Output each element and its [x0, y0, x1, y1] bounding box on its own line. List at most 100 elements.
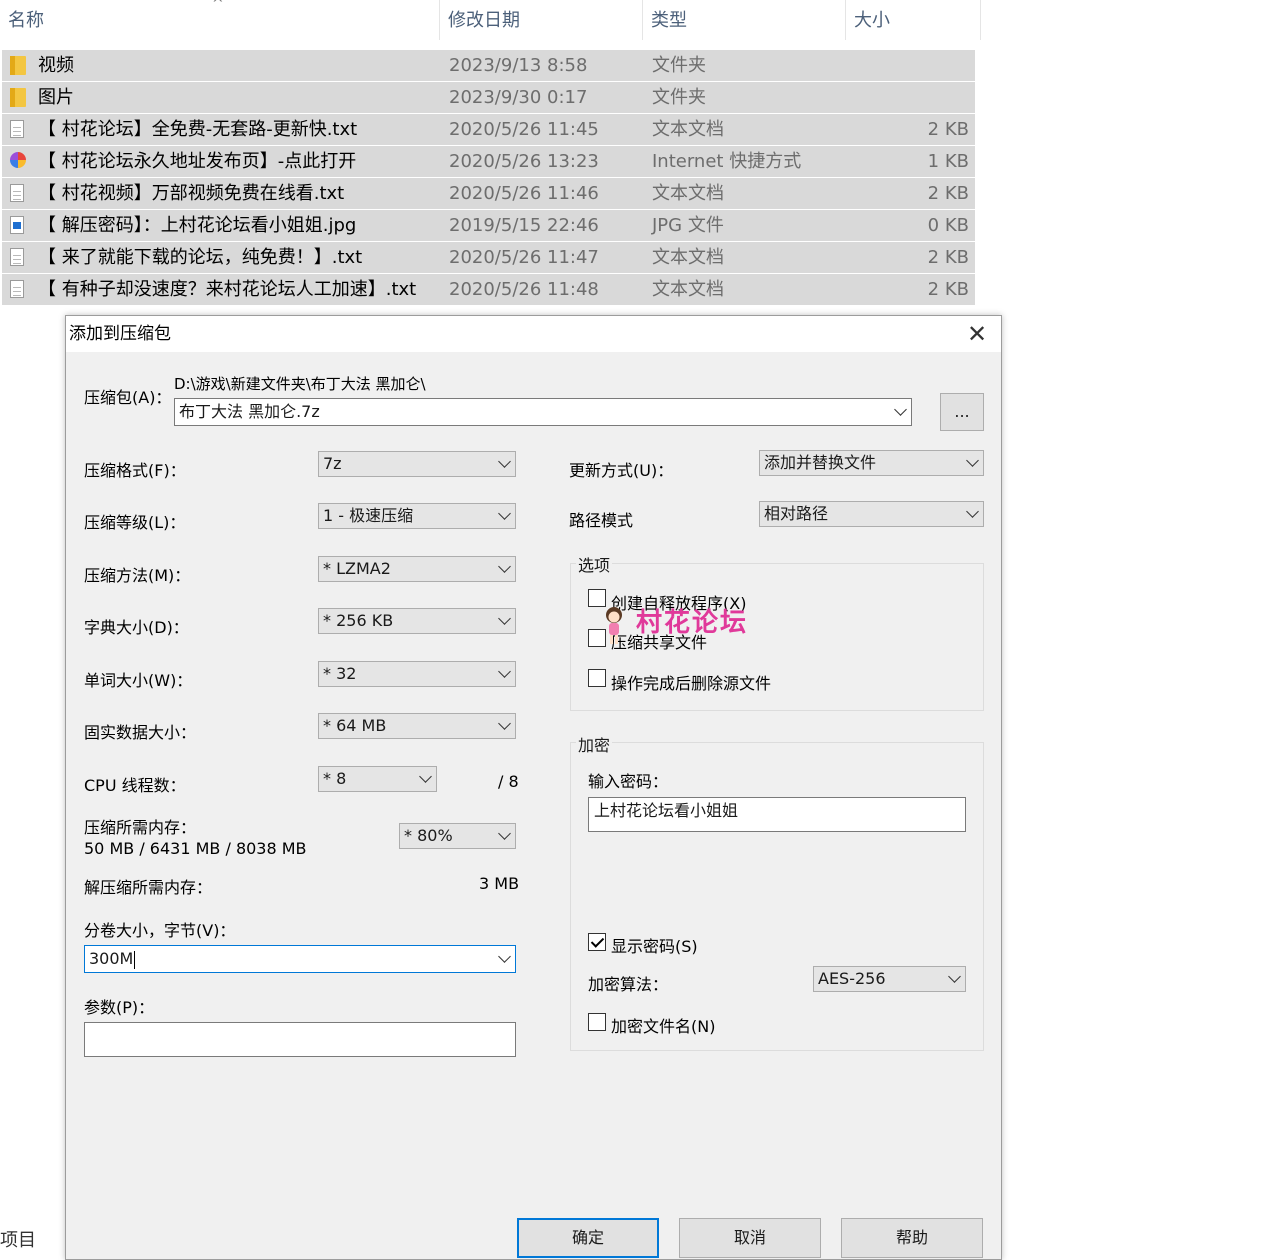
word-select[interactable]: * 32	[318, 661, 516, 687]
params-input[interactable]	[84, 1022, 516, 1057]
show-password-label[interactable]: 显示密码(S)	[611, 933, 698, 957]
file-row[interactable]: 【 解压密码】：上村花论坛看小姐姐.jpg 2019/5/15 22:46 JP…	[2, 210, 975, 241]
file-row[interactable]: 图片 2023/9/30 0:17 文件夹	[2, 82, 975, 113]
password-label: 输入密码：	[588, 772, 669, 791]
file-size: 0 KB	[927, 215, 969, 236]
file-row[interactable]: 【 有种子却没速度？来村花论坛人工加速】.txt 2020/5/26 11:48…	[2, 274, 975, 305]
column-header-bar: ^ 名称 修改日期 类型 大小	[0, 0, 1288, 44]
column-header-name[interactable]: 名称	[0, 0, 440, 44]
cancel-button[interactable]: 取消	[679, 1218, 821, 1258]
file-size: 1 KB	[927, 151, 969, 172]
file-row[interactable]: 【 村花论坛】全免费-无套路-更新快.txt 2020/5/26 11:45 文…	[2, 114, 975, 145]
status-bar-item-count: 项目	[0, 1230, 36, 1251]
update-mode-label: 更新方式(U)：	[569, 461, 674, 480]
solid-select[interactable]: * 64 MB	[318, 713, 516, 739]
file-type: 文本文档	[652, 247, 724, 268]
chevron-down-icon[interactable]	[498, 507, 511, 520]
update-mode-value: 添加并替换文件	[764, 453, 877, 472]
path-mode-select[interactable]: 相对路径	[759, 501, 984, 527]
format-select[interactable]: 7z	[318, 451, 516, 477]
dict-value: * 256 KB	[323, 611, 394, 630]
column-header-type[interactable]: 类型	[643, 0, 845, 44]
delete-after-label[interactable]: 操作完成后删除源文件	[611, 670, 771, 694]
encryption-algorithm-select[interactable]: AES-256	[813, 966, 966, 992]
format-value: 7z	[323, 454, 342, 473]
file-type: 文本文档	[652, 119, 724, 140]
chevron-down-icon[interactable]	[498, 455, 511, 468]
column-header-date[interactable]: 修改日期	[440, 0, 642, 44]
file-row[interactable]: 视频 2023/9/13 8:58 文件夹	[2, 50, 975, 81]
encryption-group-title: 加密	[576, 732, 613, 756]
chevron-down-icon[interactable]	[498, 950, 511, 963]
archive-label: 压缩包(A)：	[84, 388, 172, 407]
column-header-size[interactable]: 大小	[846, 0, 980, 44]
encrypt-names-checkbox[interactable]	[588, 1013, 606, 1031]
decompress-memory-label: 解压缩所需内存：	[84, 878, 213, 897]
file-size: 2 KB	[927, 279, 969, 300]
file-row[interactable]: 【 来了就能下载的论坛，纯免费！】.txt 2020/5/26 11:47 文本…	[2, 242, 975, 273]
file-name: 图片	[38, 87, 74, 108]
file-date: 2020/5/26 11:47	[449, 247, 599, 268]
text-file-icon	[10, 248, 24, 266]
archive-name-combo[interactable]: 布丁大法 黑加仑.7z	[174, 398, 912, 426]
volume-size-combo[interactable]: 300M	[84, 945, 516, 973]
chevron-down-icon[interactable]	[966, 505, 979, 518]
file-row[interactable]: 【 村花视频】万部视频免费在线看.txt 2020/5/26 11:46 文本文…	[2, 178, 975, 209]
word-value: * 32	[323, 664, 357, 683]
chevron-down-icon[interactable]	[894, 403, 907, 416]
memory-percent-select[interactable]: * 80%	[399, 823, 516, 849]
file-name: 【 解压密码】：上村花论坛看小姐姐.jpg	[38, 215, 357, 236]
dialog-titlebar[interactable]: 添加到压缩包 ✕	[66, 316, 1001, 352]
archive-path: D:\游戏\新建文件夹\布丁大法 黑加仑\	[174, 375, 426, 393]
file-date: 2023/9/30 0:17	[449, 87, 588, 108]
threads-label: CPU 线程数：	[84, 776, 186, 795]
update-mode-select[interactable]: 添加并替换文件	[759, 450, 984, 476]
delete-after-checkbox[interactable]	[588, 669, 606, 687]
show-password-checkbox[interactable]	[588, 933, 606, 951]
chevron-down-icon[interactable]	[498, 560, 511, 573]
file-type: Internet 快捷方式	[652, 151, 802, 172]
level-value: 1 - 极速压缩	[323, 506, 414, 525]
archive-name-value: 布丁大法 黑加仑.7z	[179, 402, 320, 421]
cartoon-girl-icon	[606, 607, 622, 644]
file-date: 2020/5/26 11:48	[449, 279, 599, 300]
solid-label: 固实数据大小：	[84, 723, 197, 742]
browse-button[interactable]: ...	[940, 393, 984, 431]
method-select[interactable]: * LZMA2	[318, 556, 516, 582]
memory-percent-value: * 80%	[404, 826, 453, 845]
chevron-down-icon[interactable]	[498, 665, 511, 678]
ok-button[interactable]: 确定	[517, 1218, 659, 1258]
chevron-down-icon[interactable]	[419, 770, 432, 783]
chevron-down-icon[interactable]	[948, 970, 961, 983]
watermark-logo: 村花论坛	[598, 604, 758, 654]
file-row[interactable]: 【 村花论坛永久地址发布页】-点此打开 2020/5/26 13:23 Inte…	[2, 146, 975, 177]
file-date: 2023/9/13 8:58	[449, 55, 588, 76]
memory-label: 压缩所需内存：	[84, 818, 197, 837]
threads-select[interactable]: * 8	[318, 766, 437, 792]
dict-label: 字典大小(D)：	[84, 618, 189, 637]
file-name: 视频	[38, 55, 74, 76]
encryption-algorithm-value: AES-256	[818, 969, 886, 988]
encrypt-names-label[interactable]: 加密文件名(N)	[611, 1013, 715, 1037]
help-button[interactable]: 帮助	[841, 1218, 983, 1258]
volume-size-value: 300M	[89, 949, 134, 968]
watermark-text: 村花论坛	[636, 608, 749, 638]
chevron-down-icon[interactable]	[498, 827, 511, 840]
text-file-icon	[10, 184, 24, 202]
level-select[interactable]: 1 - 极速压缩	[318, 503, 516, 529]
file-name: 【 有种子却没速度？来村花论坛人工加速】.txt	[38, 279, 417, 300]
file-name: 【 村花论坛永久地址发布页】-点此打开	[38, 151, 357, 172]
memory-value: 50 MB / 6431 MB / 8038 MB	[84, 839, 307, 858]
chevron-down-icon[interactable]	[966, 454, 979, 467]
threads-value: * 8	[323, 769, 347, 788]
password-input[interactable]: 上村花论坛看小姐姐	[588, 797, 966, 832]
chevron-down-icon[interactable]	[498, 717, 511, 730]
dict-select[interactable]: * 256 KB	[318, 608, 516, 634]
chevron-down-icon[interactable]	[498, 612, 511, 625]
close-icon[interactable]: ✕	[959, 318, 995, 350]
path-mode-value: 相对路径	[764, 504, 829, 523]
column-divider[interactable]	[980, 0, 981, 40]
decompress-memory-value: 3 MB	[479, 874, 520, 893]
file-size: 2 KB	[927, 247, 969, 268]
file-name: 【 村花视频】万部视频免费在线看.txt	[38, 183, 345, 204]
